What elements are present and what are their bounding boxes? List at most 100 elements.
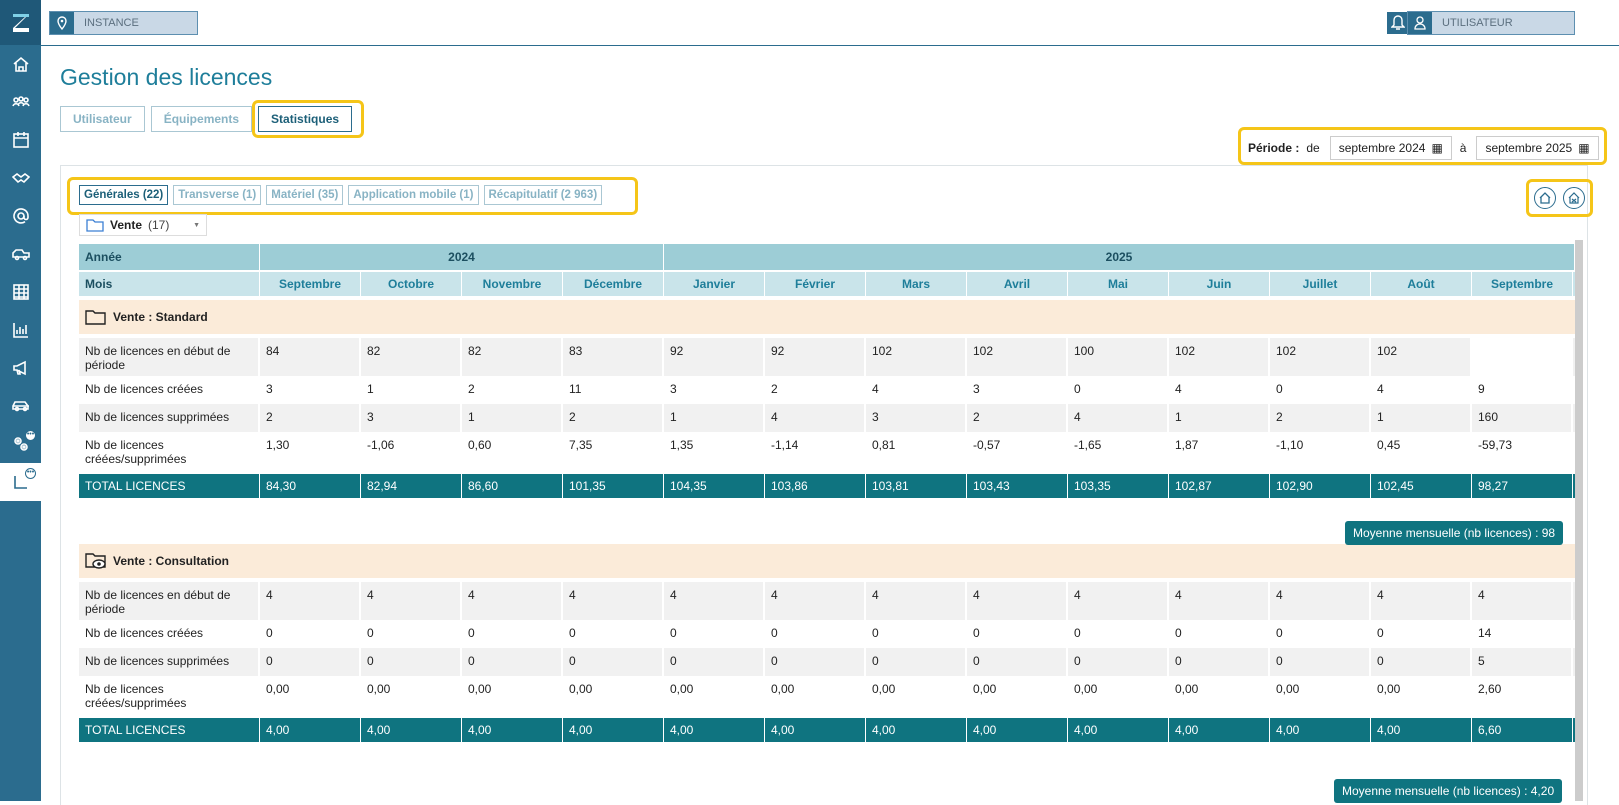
- tab-equipements[interactable]: Équipements: [150, 106, 253, 132]
- month-header: Juillet: [1270, 272, 1371, 296]
- table-cell: 1,30: [260, 432, 361, 474]
- month-header: Septembre: [260, 272, 361, 296]
- table-cell: 4: [1371, 376, 1472, 404]
- total-cell: 4,00: [260, 718, 361, 742]
- month-header: Juin: [1169, 272, 1270, 296]
- vente-filter-label: Vente: [110, 218, 143, 232]
- month-header-row: Mois Septembre Octobre Novembre Décembre…: [79, 272, 1575, 296]
- table-cell: 102: [866, 338, 967, 376]
- table-row: Nb de licences supprimées 0 0 0 0 0 0 0 0 0 0 0 0 5: [79, 648, 1575, 676]
- total-cell: 4,00: [664, 718, 765, 742]
- table-cell: 102: [1270, 338, 1371, 376]
- total-cell: 4,00: [462, 718, 563, 742]
- table-cell: 0,00: [1371, 676, 1472, 718]
- table-cell: 4: [967, 582, 1068, 620]
- table-cell: 2: [563, 404, 664, 432]
- bell-icon[interactable]: [1387, 12, 1409, 34]
- total-cell: 4,00: [1068, 718, 1169, 742]
- table-row: Nb de licences en début de période 84 82 82…: [79, 338, 1575, 376]
- table-row: Nb de licences créées/supprimées 1,30 -1,0…: [79, 432, 1575, 474]
- instance-selector[interactable]: INSTANCE: [49, 11, 198, 35]
- month-header: Février: [765, 272, 866, 296]
- total-cell: 82,94: [361, 474, 462, 498]
- table-row: Nb de licences créées/supprimées 0,00 0,00…: [79, 676, 1575, 718]
- highlight-frame: [1238, 127, 1607, 165]
- table-cell: 0: [462, 620, 563, 648]
- table-cell: 0: [1270, 620, 1371, 648]
- calendar-icon[interactable]: [0, 121, 41, 159]
- table-cell: 83: [563, 338, 664, 376]
- table-cell: 0: [765, 620, 866, 648]
- year-2025: 2025: [664, 244, 1575, 270]
- table-cell: 0: [361, 648, 462, 676]
- tab-utilisateur[interactable]: Utilisateur: [60, 106, 145, 132]
- app-logo[interactable]: [0, 0, 41, 45]
- vehicles-icon[interactable]: [0, 235, 41, 273]
- at-icon[interactable]: [0, 197, 41, 235]
- table-cell: [1472, 338, 1573, 376]
- table-cell: 4: [866, 582, 967, 620]
- home-icon[interactable]: [0, 45, 41, 83]
- section-title: Vente : Standard: [113, 310, 208, 324]
- handshake-icon[interactable]: [0, 159, 41, 197]
- more-badge: •••: [25, 468, 36, 479]
- table-cell: 0: [361, 620, 462, 648]
- table-cell: 7,35: [563, 432, 664, 474]
- table-cell: 1,87: [1169, 432, 1270, 474]
- month-header: Décembre: [563, 272, 664, 296]
- row-label: Nb de licences supprimées: [79, 648, 260, 676]
- total-row: TOTAL LICENCES 4,00 4,00 4,00 4,00 4,00 4,00 4,…: [79, 718, 1575, 742]
- table-cell: 0: [260, 620, 361, 648]
- table-cell: 4: [1270, 582, 1371, 620]
- month-header: Mai: [1068, 272, 1169, 296]
- table-cell: 102: [967, 338, 1068, 376]
- topbar: INSTANCE UTILISATEUR: [41, 0, 1619, 46]
- more-badge: •••: [25, 430, 36, 441]
- total-cell: 4,00: [1371, 718, 1472, 742]
- table-scrollbar[interactable]: [1575, 240, 1583, 801]
- month-header: Avril: [967, 272, 1068, 296]
- licences-icon[interactable]: •••: [0, 463, 41, 501]
- total-cell: 103,43: [967, 474, 1068, 498]
- table-cell: 0: [967, 620, 1068, 648]
- vente-filter-select[interactable]: Vente (17) ▼: [79, 214, 207, 236]
- table-cell: 0: [1371, 620, 1472, 648]
- table-cell: 4: [563, 582, 664, 620]
- user-menu[interactable]: UTILISATEUR: [1407, 11, 1575, 35]
- table-cell: 102: [1169, 338, 1270, 376]
- groups-icon[interactable]: [0, 83, 41, 121]
- table-cell: 82: [361, 338, 462, 376]
- row-label: Nb de licences supprimées: [79, 404, 260, 432]
- table-cell: 0,00: [866, 676, 967, 718]
- folder-icon: [85, 308, 113, 326]
- total-cell: 103,86: [765, 474, 866, 498]
- table-cell: 4: [765, 582, 866, 620]
- table-cell: 0: [1270, 648, 1371, 676]
- table-icon[interactable]: [0, 273, 41, 311]
- total-cell: 4,00: [361, 718, 462, 742]
- stats-icon[interactable]: [0, 311, 41, 349]
- user-icon: [1408, 12, 1432, 34]
- licences-table: Année 2024 2025 Mois Septembre Octobre N…: [79, 244, 1575, 742]
- month-header: Août: [1371, 272, 1472, 296]
- table-cell: 82: [462, 338, 563, 376]
- megaphone-icon[interactable]: [0, 349, 41, 387]
- folder-icon: [86, 219, 104, 232]
- table-cell: 0,00: [361, 676, 462, 718]
- row-label: Nb de licences en début de période: [79, 338, 260, 376]
- settings-icon[interactable]: •••: [0, 425, 41, 463]
- section-title: Vente : Consultation: [113, 554, 230, 568]
- table-cell: 2: [260, 404, 361, 432]
- total-cell: 102,87: [1169, 474, 1270, 498]
- table-row: Nb de licences créées 0 0 0 0 0 0 0 0 0 0 0 0 14: [79, 620, 1575, 648]
- table-cell: 1: [462, 404, 563, 432]
- table-cell: 102: [1371, 338, 1472, 376]
- table-cell: 2: [967, 404, 1068, 432]
- row-label: Nb de licences créées/supprimées: [79, 676, 260, 718]
- car-icon[interactable]: [0, 387, 41, 425]
- table-cell: 3: [866, 404, 967, 432]
- page-title: Gestion des licences: [60, 64, 273, 90]
- total-cell: 103,35: [1068, 474, 1169, 498]
- section-header: Vente : Consultation: [79, 544, 1575, 578]
- total-cell: 4,00: [1169, 718, 1270, 742]
